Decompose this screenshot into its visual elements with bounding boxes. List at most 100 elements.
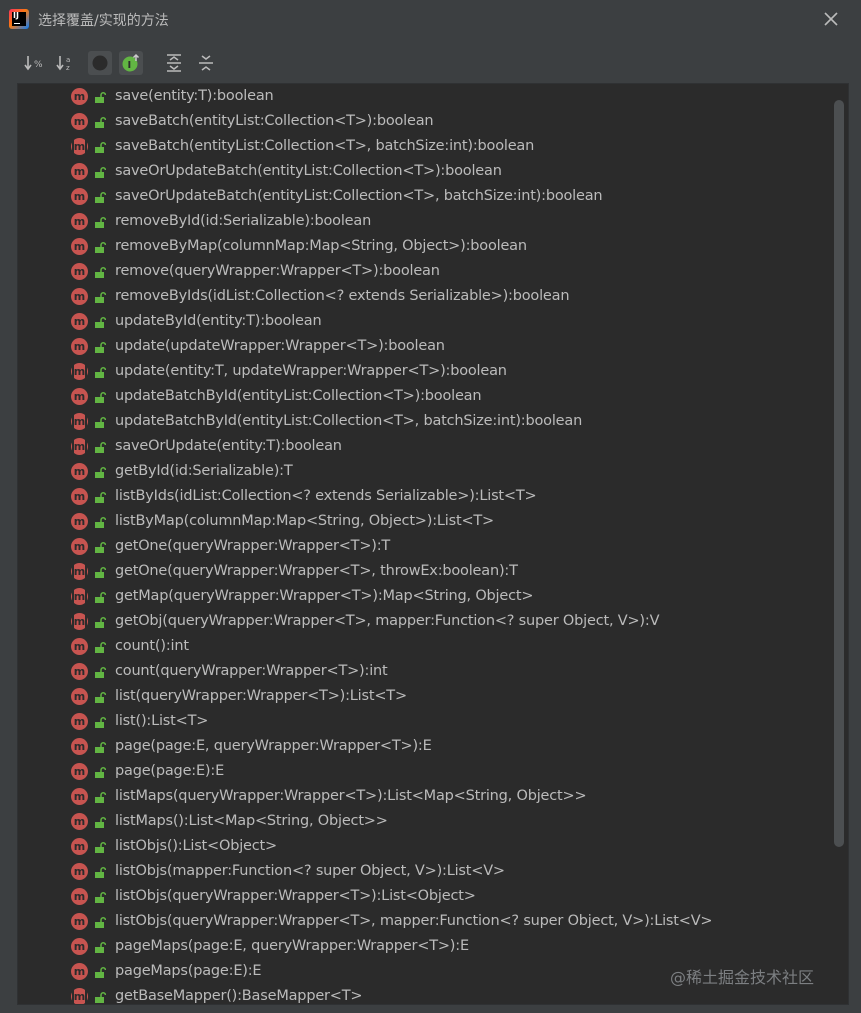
- vertical-scrollbar[interactable]: [834, 100, 844, 847]
- method-row[interactable]: m getOne(queryWrapper:Wrapper<T>):T: [18, 534, 838, 559]
- show-fields-button[interactable]: [88, 51, 112, 75]
- method-row[interactable]: m listObjs():List<Object>: [18, 834, 838, 859]
- method-row[interactable]: m update(entity:T, updateWrapper:Wrapper<…: [18, 359, 838, 384]
- unlocked-icon: [95, 92, 106, 103]
- method-row[interactable]: m removeByIds(idList:Collection<? extends…: [18, 284, 838, 309]
- method-signature: updateBatchById(entityList:Collection<T>…: [115, 388, 482, 404]
- method-icon-letter: m: [73, 590, 86, 603]
- method-row[interactable]: m listMaps(queryWrapper:Wrapper<T>):List<…: [18, 784, 838, 809]
- method-row[interactable]: m saveOrUpdateBatch(entityList:Collection…: [18, 184, 838, 209]
- method-row[interactable]: m count(queryWrapper:Wrapper<T>):int: [18, 659, 838, 684]
- method-icon-letter: m: [73, 865, 86, 878]
- method-row[interactable]: m updateById(entity:T):boolean: [18, 309, 838, 334]
- method-icon: m: [71, 713, 88, 730]
- method-icon-letter: m: [73, 990, 86, 1003]
- method-icon: m: [71, 363, 88, 380]
- method-row[interactable]: m list(queryWrapper:Wrapper<T>):List<T>: [18, 684, 838, 709]
- method-signature: count():int: [115, 638, 189, 654]
- method-row[interactable]: m saveBatch(entityList:Collection<T>):boo…: [18, 109, 838, 134]
- method-row[interactable]: m page(page:E):E: [18, 759, 838, 784]
- method-icon-letter: m: [73, 790, 86, 803]
- method-row[interactable]: m removeByMap(columnMap:Map<String, Objec…: [18, 234, 838, 259]
- unlocked-icon: [95, 967, 106, 978]
- close-icon[interactable]: [821, 9, 841, 29]
- method-row[interactable]: m saveBatch(entityList:Collection<T>, bat…: [18, 134, 838, 159]
- method-row[interactable]: m getById(id:Serializable):T: [18, 459, 838, 484]
- method-row[interactable]: m listObjs(queryWrapper:Wrapper<T>, mappe…: [18, 909, 838, 934]
- method-signature: update(updateWrapper:Wrapper<T>):boolean: [115, 338, 445, 354]
- unlocked-icon: [95, 792, 106, 803]
- unlocked-icon: [95, 742, 106, 753]
- method-icon-letter: m: [73, 715, 86, 728]
- svg-text:%: %: [34, 60, 43, 70]
- method-icon: m: [71, 438, 88, 455]
- method-row[interactable]: m count():int: [18, 634, 838, 659]
- method-icon: m: [71, 188, 88, 205]
- method-row[interactable]: m listObjs(queryWrapper:Wrapper<T>):List<…: [18, 884, 838, 909]
- expand-all-button[interactable]: [162, 51, 186, 75]
- unlocked-icon: [95, 342, 106, 353]
- method-row[interactable]: m save(entity:T):boolean: [18, 84, 838, 109]
- expand-all-icon: [167, 54, 181, 72]
- method-icon: m: [71, 613, 88, 630]
- unlocked-icon: [95, 717, 106, 728]
- sort-alphabetically-button[interactable]: %: [23, 51, 47, 75]
- method-icon-letter: m: [73, 640, 86, 653]
- collapse-all-button[interactable]: [194, 51, 218, 75]
- unlocked-icon: [95, 417, 106, 428]
- method-list[interactable]: m save(entity:T):boolean m saveBatch(entity…: [17, 83, 849, 1005]
- method-icon: m: [71, 263, 88, 280]
- method-row[interactable]: m listByMap(columnMap:Map<String, Object>…: [18, 509, 838, 534]
- show-interfaces-button[interactable]: I: [119, 51, 143, 75]
- method-row[interactable]: m list():List<T>: [18, 709, 838, 734]
- method-row[interactable]: m getOne(queryWrapper:Wrapper<T>, throwEx…: [18, 559, 838, 584]
- method-row[interactable]: m page(page:E, queryWrapper:Wrapper<T>):E: [18, 734, 838, 759]
- method-row[interactable]: m listObjs(mapper:Function<? super Object…: [18, 859, 838, 884]
- dialog-title: 选择覆盖/实现的方法: [38, 13, 169, 29]
- method-row[interactable]: m getObj(queryWrapper:Wrapper<T>, mapper:…: [18, 609, 838, 634]
- method-row[interactable]: m saveOrUpdate(entity:T):boolean: [18, 434, 838, 459]
- unlocked-icon: [95, 292, 106, 303]
- unlocked-icon: [95, 117, 106, 128]
- unlocked-icon: [95, 617, 106, 628]
- method-icon-letter: m: [73, 965, 86, 978]
- method-icon-letter: m: [73, 140, 86, 153]
- method-signature: saveBatch(entityList:Collection<T>):bool…: [115, 113, 434, 129]
- unlocked-icon: [95, 542, 106, 553]
- sort-by-visibility-button[interactable]: a z: [55, 51, 79, 75]
- method-row[interactable]: m update(updateWrapper:Wrapper<T>):boolea…: [18, 334, 838, 359]
- method-signature: pageMaps(page:E, queryWrapper:Wrapper<T>…: [115, 938, 469, 954]
- method-row[interactable]: m saveOrUpdateBatch(entityList:Collection…: [18, 159, 838, 184]
- method-row[interactable]: m remove(queryWrapper:Wrapper<T>):boolean: [18, 259, 838, 284]
- method-icon: m: [71, 688, 88, 705]
- unlocked-icon: [95, 142, 106, 153]
- method-icon-letter: m: [73, 665, 86, 678]
- method-icon: m: [71, 988, 88, 1004]
- method-row[interactable]: m removeById(id:Serializable):boolean: [18, 209, 838, 234]
- method-icon-letter: m: [73, 215, 86, 228]
- unlocked-icon: [95, 842, 106, 853]
- method-icon-letter: m: [73, 740, 86, 753]
- method-icon-letter: m: [73, 440, 86, 453]
- unlocked-icon: [95, 642, 106, 653]
- method-row[interactable]: m pageMaps(page:E, queryWrapper:Wrapper<T…: [18, 934, 838, 959]
- method-signature: count(queryWrapper:Wrapper<T>):int: [115, 663, 388, 679]
- method-icon: m: [71, 163, 88, 180]
- method-row[interactable]: m updateBatchById(entityList:Collection<T…: [18, 409, 838, 434]
- method-icon: m: [71, 763, 88, 780]
- method-row[interactable]: m listByIds(idList:Collection<? extends S…: [18, 484, 838, 509]
- method-row[interactable]: m updateBatchById(entityList:Collection<T…: [18, 384, 838, 409]
- method-signature: list(queryWrapper:Wrapper<T>):List<T>: [115, 688, 407, 704]
- unlocked-icon: [95, 367, 106, 378]
- method-icon-letter: m: [73, 540, 86, 553]
- method-signature: page(page:E, queryWrapper:Wrapper<T>):E: [115, 738, 432, 754]
- method-row[interactable]: m listMaps():List<Map<String, Object>>: [18, 809, 838, 834]
- unlocked-icon: [95, 592, 106, 603]
- method-rows: m save(entity:T):boolean m saveBatch(entity…: [18, 84, 838, 1004]
- method-row[interactable]: m getMap(queryWrapper:Wrapper<T>):Map<Str…: [18, 584, 838, 609]
- unlocked-icon: [95, 167, 106, 178]
- method-signature: updateById(entity:T):boolean: [115, 313, 322, 329]
- method-signature: saveOrUpdate(entity:T):boolean: [115, 438, 342, 454]
- method-icon: m: [71, 863, 88, 880]
- method-icon: m: [71, 788, 88, 805]
